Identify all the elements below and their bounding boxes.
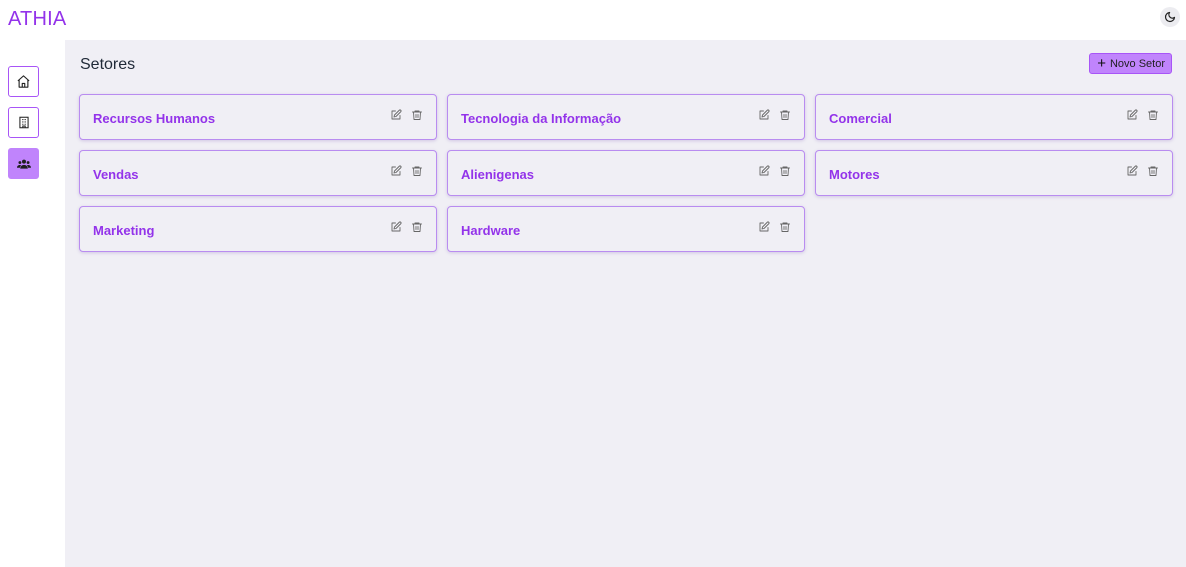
edit-icon[interactable] xyxy=(1126,109,1138,121)
sector-grid: Recursos Humanos Tecnologia da Informaçã… xyxy=(79,94,1173,252)
sector-name: Motores xyxy=(829,166,880,182)
trash-icon[interactable] xyxy=(411,165,423,177)
sector-card[interactable]: Vendas xyxy=(79,150,437,196)
sector-name: Alienigenas xyxy=(461,166,534,182)
sidebar-item-building[interactable] xyxy=(8,107,39,138)
edit-icon[interactable] xyxy=(758,109,770,121)
sector-card[interactable]: Hardware xyxy=(447,206,805,252)
sector-card[interactable]: Recursos Humanos xyxy=(79,94,437,140)
sector-name: Marketing xyxy=(93,222,155,238)
sector-actions xyxy=(758,109,791,121)
plus-icon: + xyxy=(1097,55,1106,72)
moon-icon xyxy=(1164,11,1176,23)
page-title: Setores xyxy=(80,56,136,73)
sector-actions xyxy=(390,165,423,177)
home-icon xyxy=(17,75,30,88)
sector-card[interactable]: Marketing xyxy=(79,206,437,252)
sector-actions xyxy=(758,165,791,177)
new-sector-button[interactable]: + Novo Setor xyxy=(1089,53,1172,74)
sector-name: Vendas xyxy=(93,166,139,182)
trash-icon[interactable] xyxy=(1147,109,1159,121)
edit-icon[interactable] xyxy=(390,221,402,233)
sector-actions xyxy=(1126,165,1159,177)
sector-actions xyxy=(390,221,423,233)
edit-icon[interactable] xyxy=(1126,165,1138,177)
trash-icon[interactable] xyxy=(411,109,423,121)
sector-actions xyxy=(1126,109,1159,121)
edit-icon[interactable] xyxy=(758,221,770,233)
brand-logo[interactable]: ATHIA xyxy=(8,8,66,31)
sector-name: Tecnologia da Informação xyxy=(461,110,622,126)
sector-card[interactable]: Tecnologia da Informação xyxy=(447,94,805,140)
trash-icon[interactable] xyxy=(779,109,791,121)
theme-toggle-button[interactable] xyxy=(1160,7,1180,27)
trash-icon[interactable] xyxy=(411,221,423,233)
edit-icon[interactable] xyxy=(390,165,402,177)
sector-name: Hardware xyxy=(461,222,521,238)
sector-card[interactable]: Motores xyxy=(815,150,1173,196)
sector-card[interactable]: Alienigenas xyxy=(447,150,805,196)
sector-actions xyxy=(390,109,423,121)
main-panel: Setores + Novo Setor Recursos Humanos Te… xyxy=(65,40,1186,567)
trash-icon[interactable] xyxy=(779,165,791,177)
users-icon xyxy=(16,159,31,169)
sidebar-item-users[interactable] xyxy=(8,148,39,179)
sidebar-nav xyxy=(8,66,39,189)
app-root: ATHIA Setores + Novo Setor Recursos Huma… xyxy=(0,0,1186,567)
sector-actions xyxy=(758,221,791,233)
building-icon xyxy=(18,116,29,129)
edit-icon[interactable] xyxy=(390,109,402,121)
trash-icon[interactable] xyxy=(779,221,791,233)
sidebar-item-home[interactable] xyxy=(8,66,39,97)
edit-icon[interactable] xyxy=(758,165,770,177)
trash-icon[interactable] xyxy=(1147,165,1159,177)
new-sector-button-label: Novo Setor xyxy=(1109,57,1165,70)
sector-name: Recursos Humanos xyxy=(93,110,216,126)
sector-name: Comercial xyxy=(829,110,892,126)
sector-card[interactable]: Comercial xyxy=(815,94,1173,140)
